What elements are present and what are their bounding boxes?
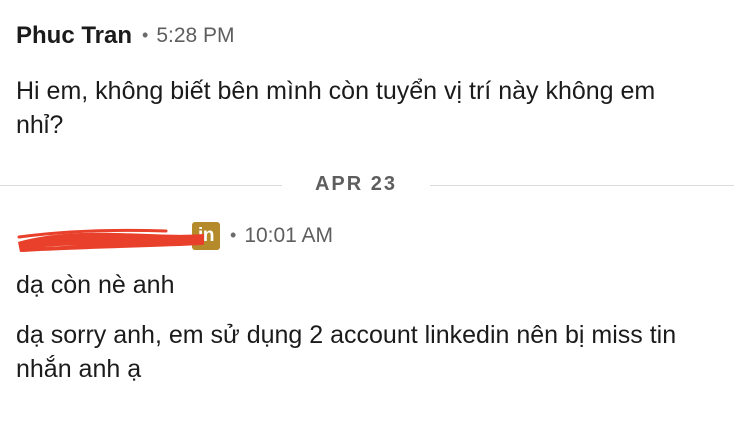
divider-line-left [0, 185, 282, 186]
message-timestamp: 5:28 PM [156, 24, 235, 47]
divider-line-right [430, 185, 734, 186]
message-text: dạ sorry anh, em sử dụng 2 account linke… [16, 321, 677, 383]
separator-dot: • [142, 24, 149, 45]
message-group-redacted-sender: in • 10:01 AM dạ còn nè anh dạ sorry anh… [16, 220, 718, 386]
redacted-sender-name[interactable] [16, 220, 204, 252]
message-header: Phuc Tran • 5:28 PM [16, 20, 718, 52]
message-header: in • 10:01 AM [16, 220, 718, 252]
message-text: Hi em, không biết bên mình còn tuyển vị … [16, 77, 656, 139]
separator-dot: • [230, 224, 237, 245]
day-divider: APR 23 [0, 171, 734, 199]
redaction-scribble [17, 228, 204, 252]
day-divider-label: APR 23 [314, 173, 398, 195]
message-group-phuc-tran: Phuc Tran • 5:28 PM Hi em, không biết bê… [16, 20, 718, 142]
message-text: dạ còn nè anh [16, 271, 175, 299]
message-timestamp: 10:01 AM [244, 224, 334, 247]
sender-name[interactable]: Phuc Tran [16, 22, 132, 50]
